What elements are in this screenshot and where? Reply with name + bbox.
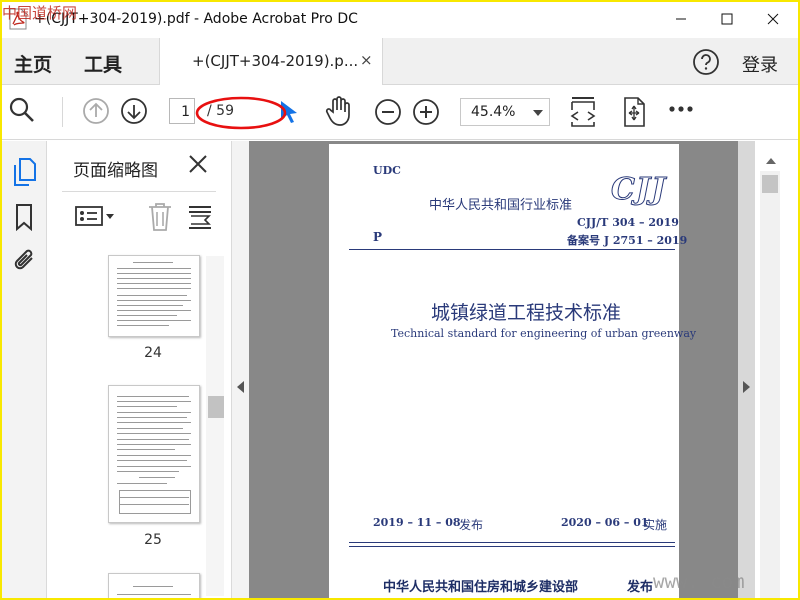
pdf-page: UDC 中华人民共和国行业标准 CJJ CJJ/T 304 – 2019 P 备…: [329, 144, 696, 598]
issuing-ministry: 中华人民共和国住房和城乡建设部: [383, 580, 579, 595]
next-page-button[interactable]: [120, 97, 148, 125]
bookmarks-button[interactable]: [12, 203, 36, 231]
hand-tool-button[interactable]: [324, 95, 354, 127]
toolbar-divider: [62, 97, 63, 127]
chevron-left-icon: [237, 381, 244, 393]
login-button[interactable]: 登录: [742, 51, 778, 77]
zoom-value: 45.4%: [471, 104, 516, 120]
cjj-logo: CJJ: [610, 172, 667, 208]
menu-tools[interactable]: 工具: [84, 50, 122, 77]
panel-title: 页面缩略图: [73, 161, 158, 181]
toolbar: 1 / 59 45.4%: [2, 85, 798, 140]
close-icon[interactable]: [187, 153, 209, 175]
help-icon[interactable]: [692, 48, 720, 76]
pages-icon: [14, 158, 36, 186]
p-label: P: [373, 230, 383, 244]
title-bar: +(CJJT+304-2019).pdf - Adobe Acrobat Pro…: [2, 2, 798, 36]
acrobat-window: +(CJJT+304-2019).pdf - Adobe Acrobat Pro…: [2, 2, 798, 598]
hand-icon: [325, 96, 350, 126]
document-tab-label: +(CJJT+304-2019).p...: [192, 52, 359, 70]
implementation-date: 2020 – 06 – 01: [561, 516, 649, 529]
minimize-button[interactable]: [658, 2, 704, 36]
close-icon: [767, 13, 779, 25]
document-subtitle: Technical standard for engineering of ur…: [391, 327, 697, 340]
zoom-out-icon: [375, 99, 401, 125]
maximize-icon: [721, 13, 733, 25]
scrollbar-track[interactable]: [760, 171, 780, 598]
trash-icon[interactable]: [147, 202, 173, 232]
attachment-icon: [14, 249, 33, 270]
collapse-right-pane-button[interactable]: [738, 141, 755, 598]
scrollbar-thumb[interactable]: [762, 175, 778, 193]
page-thumbnails-button[interactable]: [12, 157, 36, 187]
previous-page-button[interactable]: [82, 97, 110, 125]
thumbnail-label: 25: [144, 532, 162, 548]
more-tools-button[interactable]: [668, 105, 694, 113]
window-title: +(CJJT+304-2019).pdf - Adobe Acrobat Pro…: [34, 11, 358, 27]
thumbnail-scrollbar[interactable]: [206, 256, 224, 596]
page-up-icon: [83, 98, 109, 124]
chevron-down-icon: [533, 110, 543, 116]
issue-label: 发布: [459, 518, 484, 532]
rotate-view-button[interactable]: [620, 96, 648, 128]
annotation-ellipse: [195, 96, 287, 130]
zoom-in-icon: [413, 99, 439, 125]
divider: [349, 546, 675, 547]
document-scrollbar[interactable]: [756, 141, 798, 598]
page-thumbnail-25[interactable]: [108, 385, 200, 523]
udc-label: UDC: [373, 164, 401, 177]
document-viewport[interactable]: UDC 中华人民共和国行业标准 CJJ CJJ/T 304 – 2019 P 备…: [249, 141, 738, 598]
page-number-input[interactable]: 1: [169, 98, 195, 124]
collapse-left-pane-button[interactable]: [232, 141, 249, 598]
thumbnail-panel: 页面缩略图 24 25: [47, 141, 232, 598]
zoom-in-button[interactable]: [412, 98, 440, 126]
document-tab[interactable]: +(CJJT+304-2019).p... ×: [159, 38, 383, 85]
thumbnail-label: 24: [144, 345, 162, 361]
search-button[interactable]: [8, 96, 36, 124]
more-icon: [669, 106, 693, 112]
implementation-label: 实施: [643, 518, 668, 532]
attachments-button[interactable]: [12, 247, 38, 275]
rotate-icon: [624, 97, 645, 127]
zoom-select[interactable]: 45.4%: [460, 98, 550, 126]
page-down-icon: [121, 98, 147, 124]
acrobat-icon: [9, 8, 27, 30]
standard-code: CJJ/T 304 – 2019: [577, 216, 679, 229]
left-navigation: [2, 141, 47, 598]
options-menu-icon[interactable]: [75, 204, 115, 228]
record-number: 备案号 J 2751 – 2019: [567, 234, 688, 247]
menu-home[interactable]: 主页: [14, 50, 52, 77]
extract-pages-icon[interactable]: [187, 204, 213, 230]
page-thumbnail-26[interactable]: [108, 573, 200, 598]
publish-label: 发布: [627, 580, 654, 595]
search-icon: [9, 97, 34, 122]
maximize-button[interactable]: [704, 2, 750, 36]
divider: [349, 249, 675, 250]
scroll-up-icon[interactable]: [766, 158, 776, 164]
issue-date: 2019 – 11 – 08: [373, 516, 461, 529]
bookmark-icon: [16, 204, 32, 231]
standard-type: 中华人民共和国行业标准: [429, 198, 573, 213]
minimize-icon: [676, 18, 686, 20]
document-title: 城镇绿道工程技术标准: [431, 302, 622, 324]
menu-bar: 主页 工具 +(CJJT+304-2019).p... × 登录: [2, 38, 798, 85]
zoom-out-button[interactable]: [374, 98, 402, 126]
page-thumbnail-24[interactable]: [108, 255, 200, 337]
fit-page-icon: [570, 97, 596, 127]
close-window-button[interactable]: [750, 2, 796, 36]
chevron-right-icon: [743, 381, 750, 393]
thumbnail-scrollbar-thumb[interactable]: [208, 396, 224, 418]
panel-divider: [62, 191, 216, 192]
divider: [349, 542, 675, 543]
close-tab-icon[interactable]: ×: [360, 51, 373, 69]
fit-page-button[interactable]: [568, 96, 598, 128]
